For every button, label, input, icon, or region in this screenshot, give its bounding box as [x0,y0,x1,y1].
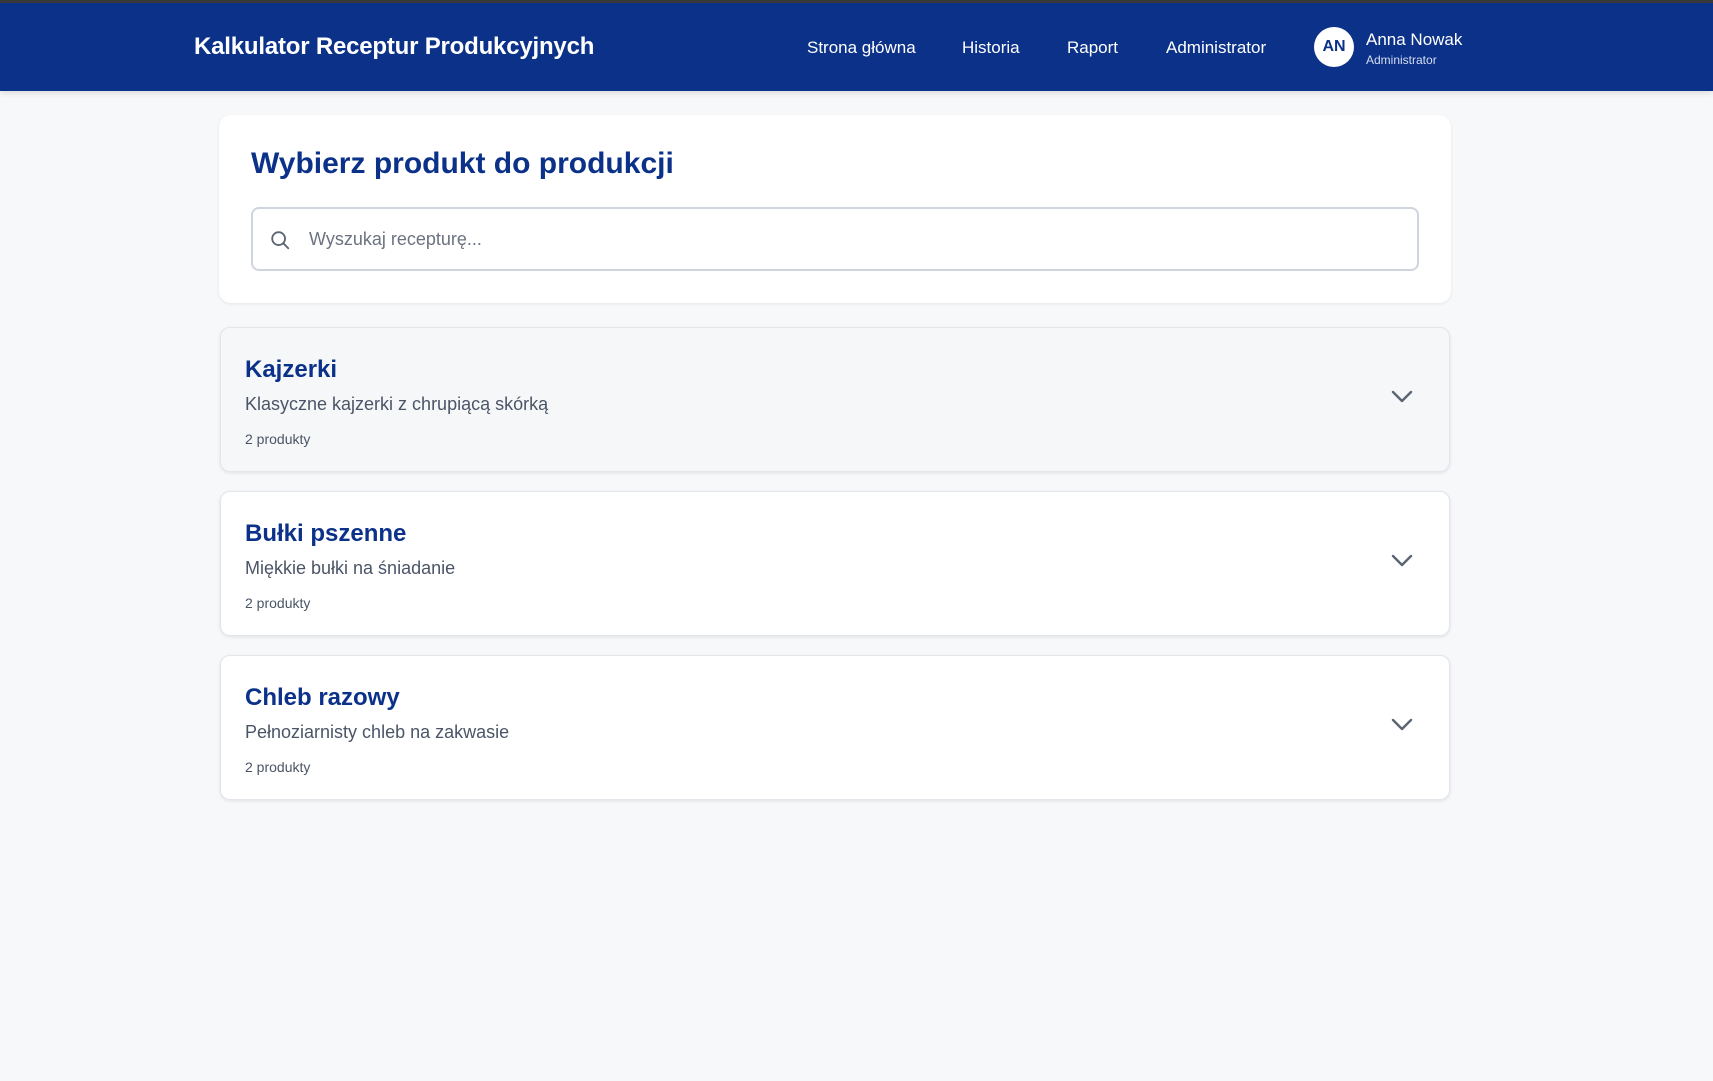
chevron-down-icon[interactable] [1391,390,1413,404]
nav-item-history[interactable]: Historia [962,38,1020,58]
user-name: Anna Nowak [1366,30,1463,49]
category-description: Klasyczne kajzerki z chrupiącą skórką [245,394,549,414]
category-name: Bułki pszenne [245,520,407,547]
app-header: Kalkulator Receptur Produkcyjnych Strona… [0,3,1713,91]
chevron-down-icon[interactable] [1391,718,1413,732]
category-card-chleb-razowy[interactable]: Chleb razowy Pełnoziarnisty chleb na zak… [220,655,1450,800]
search-box[interactable] [251,207,1419,271]
product-search-card: Wybierz produkt do produkcji [219,115,1451,303]
category-product-count: 2 produkty [245,759,311,775]
category-name: Chleb razowy [245,684,400,711]
category-description: Pełnoziarnisty chleb na zakwasie [245,722,510,742]
category-card-bulki-pszenne[interactable]: Bułki pszenne Miękkie bułki na śniadanie… [220,491,1450,636]
search-input[interactable] [309,211,1399,267]
category-product-count: 2 produkty [245,431,311,447]
nav-item-home[interactable]: Strona główna [807,38,916,58]
nav-item-report[interactable]: Raport [1067,38,1118,58]
user-avatar[interactable]: AN [1314,27,1354,67]
search-icon [271,231,290,250]
page-title: Wybierz produkt do produkcji [251,147,674,180]
category-card-kajzerki[interactable]: Kajzerki Klasyczne kajzerki z chrupiącą … [220,327,1450,472]
nav-item-admin[interactable]: Administrator [1166,38,1266,58]
category-description: Miękkie bułki na śniadanie [245,558,456,578]
category-name: Kajzerki [245,356,338,383]
chevron-down-icon[interactable] [1391,554,1413,568]
category-product-count: 2 produkty [245,595,311,611]
user-role: Administrator [1366,53,1437,67]
